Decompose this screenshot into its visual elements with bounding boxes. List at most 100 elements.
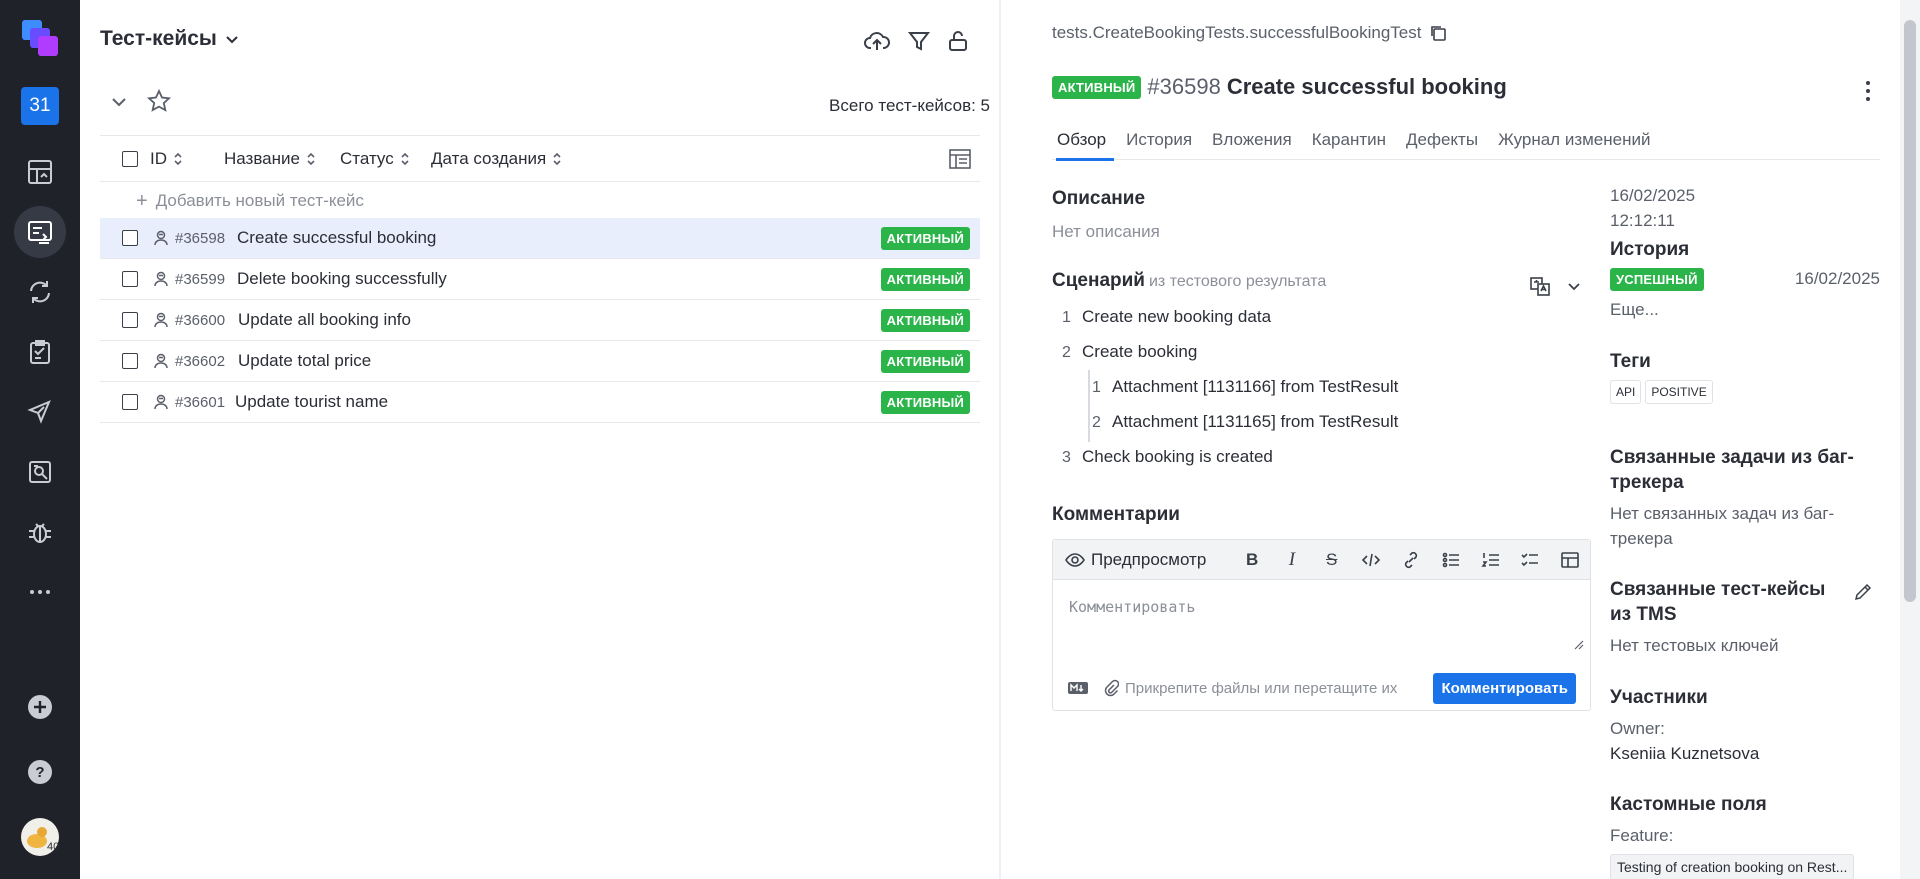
column-id[interactable]: ID (150, 149, 183, 169)
markdown-icon[interactable] (1067, 680, 1089, 696)
unlock-icon[interactable] (944, 27, 972, 55)
dashboard-icon[interactable] (20, 152, 60, 192)
avatar[interactable]: 40 (20, 817, 60, 857)
automated-icon (154, 353, 168, 369)
feature-chip[interactable]: Testing of creation booking on Rest... (1610, 854, 1855, 879)
history-heading: История (1610, 239, 1690, 260)
test-case-list-panel: Тест-кейсы Всего тест-кейсов: 5 ID Назва… (80, 0, 999, 879)
meta-history: История УСПЕШНЫЙ 16/02/2025 Еще... (1610, 237, 1880, 322)
list-toolbar: Всего тест-кейсов: 5 (100, 88, 990, 128)
row-checkbox[interactable] (122, 230, 138, 246)
attach-files[interactable]: Прикрепите файлы или перетащите их (1103, 679, 1397, 697)
launches-icon[interactable] (20, 272, 60, 312)
checklist-button[interactable] (1511, 540, 1551, 580)
kebab-menu-icon[interactable] (1864, 80, 1872, 102)
tab-history[interactable]: История (1116, 126, 1202, 160)
table-row[interactable]: #36599 Delete booking successfully АКТИВ… (100, 259, 980, 300)
tab-defects[interactable]: Дефекты (1396, 126, 1488, 160)
defects-icon[interactable] (20, 512, 60, 552)
filter-icon[interactable] (905, 27, 933, 55)
comment-editor: Предпросмотр B I S Комментировать Прикре… (1052, 539, 1591, 711)
column-status[interactable]: Статус (340, 149, 410, 169)
plus-icon: + (136, 189, 148, 212)
left-rail: 31 ? 40 (0, 0, 80, 879)
bold-button[interactable]: B (1232, 540, 1272, 580)
editor-toolbar: Предпросмотр B I S (1053, 540, 1590, 580)
columns-settings-icon[interactable] (948, 147, 972, 171)
link-button[interactable] (1391, 540, 1431, 580)
meta-members: Участники Owner: Kseniia Kuznetsova (1610, 685, 1880, 766)
submit-comment-button[interactable]: Комментировать (1433, 673, 1576, 704)
resize-handle-icon[interactable] (1574, 640, 1584, 650)
table-button[interactable] (1550, 540, 1590, 580)
tab-quarantine[interactable]: Карантин (1302, 126, 1396, 160)
test-title: Create successful booking (1226, 74, 1507, 99)
row-checkbox[interactable] (122, 312, 138, 328)
scrollbar[interactable] (1900, 0, 1920, 879)
scrollbar-thumb[interactable] (1904, 20, 1916, 602)
row-checkbox[interactable] (122, 271, 138, 287)
automated-icon (154, 230, 168, 246)
bullet-list-button[interactable] (1431, 540, 1471, 580)
table-row[interactable]: #36602 Update total price АКТИВНЫЙ (100, 341, 980, 382)
status-badge: АКТИВНЫЙ (880, 309, 970, 332)
column-created[interactable]: Дата создания (431, 149, 562, 169)
linked-issues-text: Нет связанных задач из баг-трекера (1610, 504, 1835, 548)
test-cases-icon[interactable] (14, 206, 66, 258)
italic-icon: I (1288, 548, 1296, 570)
collapse-chevron-icon[interactable] (108, 91, 130, 113)
detail-tabs: Обзор История Вложения Карантин Дефекты … (1052, 126, 1880, 161)
linked-tms-heading: Связанные тест-кейсы из TMS (1610, 579, 1826, 625)
row-id: #36602 (175, 353, 226, 370)
add-test-case-button[interactable]: + Добавить новый тест-кейс (100, 184, 980, 218)
app-logo[interactable] (20, 18, 60, 58)
tab-changelog[interactable]: Журнал изменений (1488, 126, 1660, 160)
status-badge: АКТИВНЫЙ (880, 227, 970, 250)
linked-issues-heading: Связанные задачи из баг-трекера (1610, 447, 1854, 493)
tab-attachments[interactable]: Вложения (1202, 126, 1302, 160)
substep-guide (1088, 370, 1090, 442)
jobs-icon[interactable] (20, 392, 60, 432)
edit-pencil-icon[interactable] (1853, 582, 1873, 602)
preview-button[interactable]: Предпросмотр (1065, 550, 1206, 570)
column-name[interactable]: Название (224, 149, 316, 169)
strikethrough-button[interactable]: S (1312, 540, 1352, 580)
meta-linked-tms: Связанные тест-кейсы из TMS Нет тестовых… (1610, 577, 1880, 658)
list-title-dropdown[interactable]: Тест-кейсы (100, 27, 241, 51)
history-status-badge[interactable]: УСПЕШНЫЙ (1610, 268, 1704, 291)
chevron-down-icon[interactable] (1565, 277, 1583, 295)
translate-icon[interactable] (1529, 275, 1551, 297)
copy-icon[interactable] (1429, 24, 1447, 42)
tag-chip[interactable]: API (1610, 380, 1642, 404)
status-badge: АКТИВНЫЙ (880, 350, 970, 373)
feature-label: Feature: (1610, 826, 1674, 845)
table-row[interactable]: #36601 Update tourist name АКТИВНЫЙ (100, 382, 980, 423)
more-icon[interactable] (20, 572, 60, 612)
comment-input[interactable]: Комментировать (1069, 598, 1195, 616)
history-more-link[interactable]: Еще... (1610, 297, 1880, 322)
test-plans-icon[interactable] (20, 332, 60, 372)
analytics-icon[interactable] (20, 452, 60, 492)
italic-button[interactable]: I (1272, 540, 1312, 580)
numbered-list-button[interactable] (1471, 540, 1511, 580)
row-checkbox[interactable] (122, 353, 138, 369)
owner-label: Owner: (1610, 719, 1665, 738)
scenario-step: 1 Create new booking data (1062, 307, 1272, 326)
owner-name[interactable]: Kseniia Kuznetsova (1610, 741, 1880, 766)
created-time: 12:12:11 (1610, 211, 1675, 230)
test-number: #36598 (1147, 74, 1221, 99)
tab-overview[interactable]: Обзор (1052, 126, 1116, 161)
tag-chip[interactable]: POSITIVE (1645, 380, 1713, 404)
help-icon[interactable]: ? (20, 752, 60, 792)
table-row[interactable]: #36600 Update all booking info АКТИВНЫЙ (100, 300, 980, 341)
upload-icon[interactable] (863, 27, 891, 55)
meta-created: 16/02/2025 12:12:11 (1610, 183, 1880, 233)
code-button[interactable] (1352, 540, 1392, 580)
select-all-checkbox[interactable] (122, 151, 138, 167)
add-project-icon[interactable] (20, 687, 60, 727)
star-icon[interactable] (146, 88, 172, 114)
project-badge[interactable]: 31 (21, 87, 59, 125)
detail-header: АКТИВНЫЙ #36598 Create successful bookin… (1052, 74, 1507, 100)
row-checkbox[interactable] (122, 394, 138, 410)
table-row[interactable]: #36598 Create successful booking АКТИВНЫ… (100, 218, 980, 259)
